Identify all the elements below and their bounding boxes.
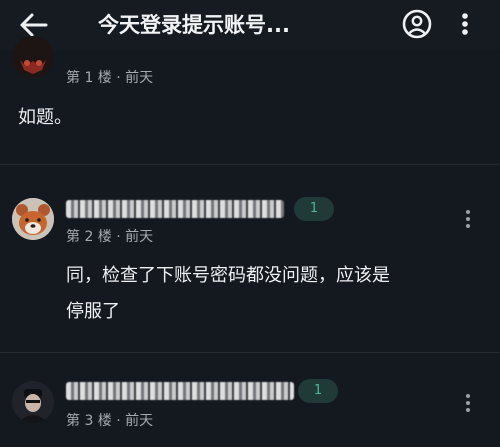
post-floor-2: 1 第 2 楼 · 前天 同，检查了下账号密码都没问题，应该是 停服了 [0, 190, 500, 360]
app-bar: 今天登录提示账号... [0, 0, 500, 50]
post-meta: 第 2 楼 · 前天 [66, 229, 154, 245]
level-badge: 1 [294, 197, 334, 221]
avatar-image [12, 381, 54, 423]
divider [0, 164, 500, 165]
avatar[interactable] [12, 381, 54, 423]
more-vert-icon[interactable] [458, 8, 472, 40]
post-meta: 第 1 楼 · 前天 [66, 70, 154, 86]
username-redacted[interactable] [66, 382, 294, 400]
page-title: 今天登录提示账号... [98, 13, 290, 37]
post-floor-3: 1 第 3 楼 · 前天 [0, 370, 500, 447]
post-content: 如题。 [18, 107, 72, 128]
post-content-line-1: 同，检查了下账号密码都没问题，应该是 [66, 265, 390, 286]
username-redacted[interactable] [66, 200, 284, 218]
post-meta: 第 3 楼 · 前天 [66, 413, 154, 429]
avatar[interactable] [12, 36, 54, 78]
avatar-image [12, 198, 54, 240]
avatar-image [12, 36, 54, 78]
post-more-icon[interactable] [464, 394, 472, 414]
level-badge: 1 [298, 379, 338, 403]
post-floor-1: 第 1 楼 · 前天 如题。 [0, 36, 500, 162]
back-arrow-icon[interactable] [18, 11, 48, 39]
avatar[interactable] [12, 198, 54, 240]
post-content-line-2: 停服了 [66, 301, 120, 322]
account-circle-icon[interactable] [401, 8, 433, 40]
divider [0, 352, 500, 353]
post-more-icon[interactable] [464, 210, 472, 230]
